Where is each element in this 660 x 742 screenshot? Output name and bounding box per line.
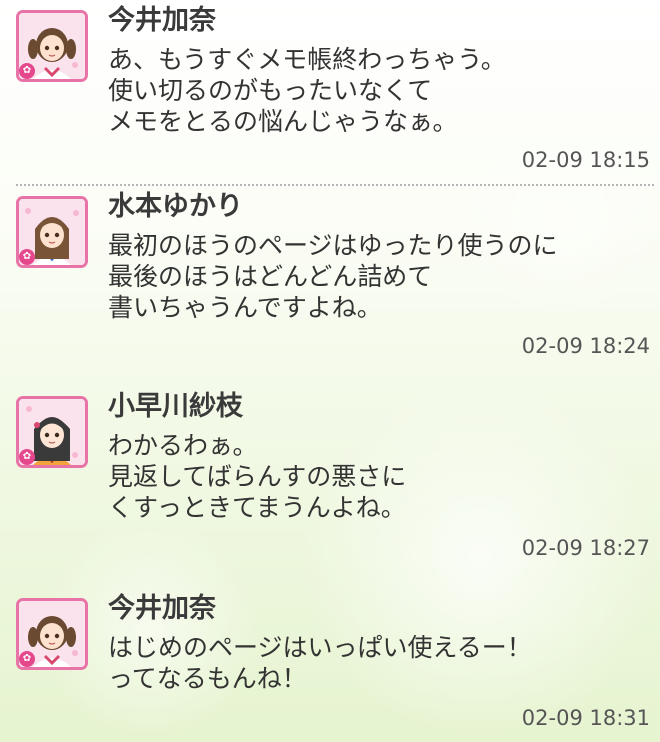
timestamp: 02-09 18:31: [521, 706, 650, 730]
message-text: 最初のほうのページはゆったり使うのに 最後のほうはどんどん詰めて 書いちゃうんで…: [108, 230, 558, 323]
timestamp: 02-09 18:15: [521, 148, 650, 172]
avatar[interactable]: ✿: [16, 396, 88, 468]
message-line: メモをとるの悩んじゃうなぁ。: [108, 107, 458, 136]
message-line: くすっときてまうんよね。: [108, 493, 406, 522]
flower-icon: ✿: [19, 651, 35, 667]
message-text: わかるわぁ。 見返してばらんすの悪さに くすっときてまうんよね。: [108, 430, 406, 523]
message-line: あ、もうすぐメモ帳終わっちゃう。: [108, 45, 506, 74]
sender-name: 小早川紗枝: [108, 391, 243, 422]
message-line: 見返してばらんすの悪さに: [108, 462, 407, 491]
message-line: ってなるもんね！: [108, 664, 307, 693]
message-item: ✿ 水本ゆかり 最初のほうのページはゆったり使うのに 最後のほうはどんどん詰めて…: [0, 186, 660, 382]
message-item: ✿ 今井加奈 あ、もうすぐメモ帳終わっちゃう。 使い切るのがもったいなくて メモ…: [0, 0, 660, 184]
avatar[interactable]: ✿: [16, 598, 88, 670]
avatar[interactable]: ✿: [16, 10, 88, 82]
flower-icon: ✿: [19, 449, 35, 465]
sender-name: 水本ゆかり: [108, 191, 243, 222]
message-text: はじめのページはいっぱい使えるー！ ってなるもんね！: [108, 632, 532, 694]
message-item: ✿ 今井加奈 はじめのページはいっぱい使えるー！ ってなるもんね！ 02-09 …: [0, 588, 660, 742]
timestamp: 02-09 18:24: [521, 334, 650, 358]
sender-name: 今井加奈: [108, 5, 216, 36]
message-line: わかるわぁ。: [108, 431, 258, 460]
timestamp: 02-09 18:27: [521, 536, 650, 560]
message-line: 使い切るのがもったいなくて: [108, 76, 433, 105]
message-line: 最初のほうのページはゆったり使うのに: [108, 231, 558, 260]
message-line: はじめのページはいっぱい使えるー！: [108, 633, 532, 662]
message-line: 書いちゃうんですよね。: [108, 293, 382, 322]
sender-name: 今井加奈: [108, 593, 216, 624]
message-text: あ、もうすぐメモ帳終わっちゃう。 使い切るのがもったいなくて メモをとるの悩んじ…: [108, 44, 506, 137]
message-line: 最後のほうはどんどん詰めて: [108, 262, 433, 291]
flower-icon: ✿: [19, 63, 35, 79]
message-item: ✿ 小早川紗枝 わかるわぁ。 見返してばらんすの悪さに くすっときてまうんよね。…: [0, 386, 660, 582]
avatar[interactable]: ✿: [16, 196, 88, 268]
flower-icon: ✿: [19, 249, 35, 265]
